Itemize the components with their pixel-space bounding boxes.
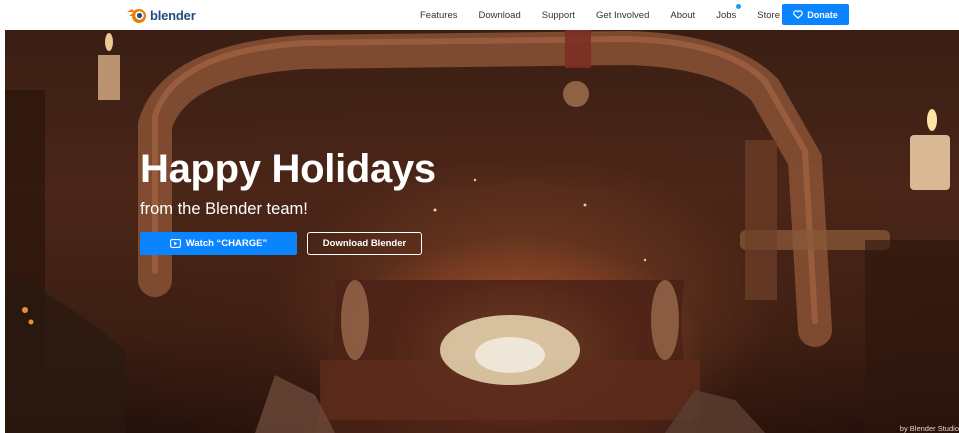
nav-link-get-involved[interactable]: Get Involved (596, 10, 649, 21)
donate-button[interactable]: Donate (782, 4, 849, 25)
nav-link-jobs-label: Jobs (716, 9, 737, 21)
blender-logo[interactable]: blender (126, 5, 196, 25)
blender-logo-icon (126, 6, 148, 24)
main-navigation: Features Download Support Get Involved A… (420, 0, 801, 30)
heart-icon (793, 10, 804, 19)
watch-charge-button[interactable]: Watch “CHARGE” (140, 232, 297, 255)
watch-charge-button-label: Watch “CHARGE” (185, 238, 268, 249)
image-credit: by Blender Studio (899, 424, 959, 433)
blender-wordmark: blender (150, 7, 196, 23)
hero-subtitle: from the Blender team! (140, 200, 308, 218)
video-play-icon (169, 239, 181, 248)
notification-dot (736, 3, 742, 9)
top-navbar: blender Features Download Support Get In… (0, 0, 959, 30)
download-blender-button[interactable]: Download Blender (307, 232, 422, 255)
nav-link-download[interactable]: Download (479, 10, 521, 21)
nav-link-features[interactable]: Features (420, 10, 458, 21)
nav-link-jobs[interactable]: Jobs (716, 3, 742, 21)
donate-button-label: Donate (807, 9, 838, 20)
nav-link-about[interactable]: About (670, 10, 695, 21)
nav-link-store[interactable]: Store (757, 10, 780, 21)
nav-link-support[interactable]: Support (542, 10, 575, 21)
hero-title: Happy Holidays (140, 147, 436, 191)
hero-banner: Happy Holidays from the Blender team! Wa… (5, 30, 959, 433)
